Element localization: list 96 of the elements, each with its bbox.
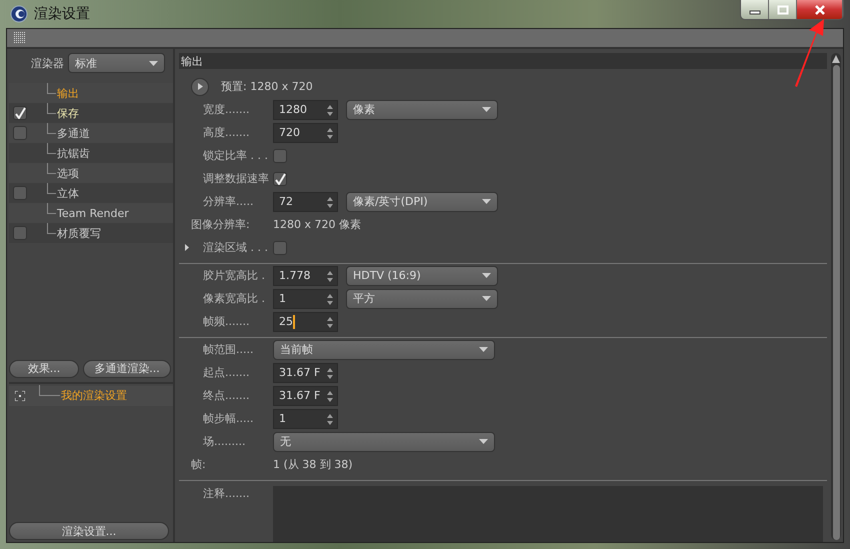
- field-label: 帧频.......: [203, 314, 250, 329]
- close-button[interactable]: [797, 0, 843, 19]
- panel-button[interactable]: 多通道渲染...: [83, 360, 171, 378]
- field-label: 渲染区域 . . .: [203, 240, 269, 255]
- tree-line: [39, 385, 60, 396]
- maximize-icon: [776, 4, 788, 14]
- unit-dropdown[interactable]: 平方: [346, 288, 498, 308]
- tree-line: [47, 122, 56, 134]
- unit-dropdown[interactable]: 像素: [346, 100, 498, 120]
- renderer-label: 渲染器: [31, 56, 64, 70]
- field-label: 高度.......: [203, 125, 250, 140]
- field-label: 图像分辨率:: [191, 217, 251, 232]
- tree-line: [47, 102, 56, 114]
- panel-button[interactable]: 效果...: [9, 360, 79, 378]
- spinner-arrows-icon[interactable]: [327, 414, 333, 424]
- tree-item[interactable]: 选项: [57, 166, 79, 180]
- maximize-button[interactable]: [769, 0, 797, 19]
- value-dropdown[interactable]: 无: [273, 432, 495, 452]
- caret-icon: [482, 199, 491, 204]
- tree-item[interactable]: 输出: [57, 86, 79, 100]
- spinner-arrows-icon[interactable]: [327, 368, 333, 378]
- renderer-dropdown[interactable]: 标准: [68, 53, 165, 73]
- number-field[interactable]: 1: [273, 288, 338, 308]
- caret-icon: [482, 296, 491, 301]
- app-logo-icon: [10, 5, 28, 23]
- scroll-up-icon: [832, 55, 840, 63]
- tree-line: [47, 222, 56, 234]
- field-label: 起点.......: [203, 365, 250, 380]
- field-label: 场.........: [203, 434, 246, 449]
- tree-item[interactable]: 立体: [57, 186, 79, 200]
- value-dropdown[interactable]: 当前帧: [273, 340, 495, 360]
- unit-dropdown[interactable]: HDTV (16:9): [346, 266, 498, 286]
- scrollbar[interactable]: [831, 53, 841, 540]
- option-checkbox[interactable]: [273, 148, 287, 162]
- preset-button[interactable]: [191, 78, 209, 96]
- field-label: 注释.......: [203, 486, 250, 501]
- spinner-arrows-icon[interactable]: [327, 128, 333, 138]
- option-checkbox[interactable]: [273, 172, 287, 186]
- tree-line: [47, 182, 56, 194]
- field-label: 帧:: [191, 457, 207, 472]
- grip-icon: [14, 32, 26, 44]
- spinner-arrows-icon[interactable]: [327, 196, 333, 208]
- close-icon: [814, 4, 826, 14]
- spinner-arrows-icon[interactable]: [327, 294, 333, 304]
- number-field[interactable]: 72: [273, 192, 338, 212]
- tree-line: [47, 162, 56, 174]
- number-field[interactable]: 25: [273, 312, 338, 332]
- number-field[interactable]: 31.67 F: [273, 386, 338, 406]
- number-field[interactable]: 720: [273, 122, 338, 142]
- field-label: 终点.......: [203, 388, 250, 403]
- number-field[interactable]: 1.778: [273, 266, 338, 286]
- number-field[interactable]: 1: [273, 408, 338, 428]
- caret-icon: [149, 60, 158, 66]
- render-settings-button[interactable]: 渲染设置...: [9, 522, 169, 540]
- caret-icon: [479, 439, 488, 444]
- field-label: 帧范围.....: [203, 342, 254, 357]
- field-label: 宽度.......: [203, 102, 250, 117]
- caret-icon: [482, 107, 491, 112]
- annotation-arrow: [792, 18, 826, 88]
- field-value: 1280 x 720 像素: [273, 217, 361, 232]
- unit-dropdown[interactable]: 像素/英寸(DPI): [346, 192, 498, 212]
- tree-line: [47, 82, 56, 94]
- enable-checkbox[interactable]: [13, 126, 27, 140]
- tree-item[interactable]: Team Render: [57, 206, 129, 220]
- field-label: 锁定比率 . . .: [203, 148, 269, 163]
- tree-item[interactable]: 多通道: [57, 126, 90, 140]
- tree-item[interactable]: 保存: [57, 106, 79, 120]
- caret-icon: [482, 273, 491, 278]
- section-header: 输出: [179, 53, 827, 69]
- notes-field[interactable]: [273, 486, 823, 542]
- target-icon: [15, 390, 25, 400]
- option-checkbox[interactable]: [273, 240, 287, 254]
- field-label: 像素宽高比 .: [203, 291, 266, 306]
- preset-label: 预置: 1280 x 720: [221, 79, 313, 94]
- spinner-arrows-icon[interactable]: [327, 316, 333, 328]
- play-icon: [198, 83, 202, 90]
- minimize-button[interactable]: [741, 0, 769, 19]
- number-field[interactable]: 31.67 F: [273, 362, 338, 382]
- field-label: 分辨率.....: [203, 194, 254, 209]
- expand-arrow-icon[interactable]: [185, 244, 189, 251]
- tree-line: [47, 202, 56, 214]
- spinner-arrows-icon[interactable]: [327, 104, 333, 116]
- enable-checkbox[interactable]: [13, 106, 27, 120]
- window-title: 渲染设置: [34, 5, 90, 23]
- spinner-arrows-icon[interactable]: [327, 270, 333, 282]
- enable-checkbox[interactable]: [13, 186, 27, 200]
- tree-line: [47, 142, 56, 154]
- caret-icon: [479, 347, 488, 352]
- enable-checkbox[interactable]: [13, 226, 27, 240]
- field-label: 调整数据速率: [203, 171, 270, 186]
- field-label: 帧步幅.....: [203, 411, 254, 426]
- field-label: 胶片宽高比 .: [203, 268, 266, 283]
- spinner-arrows-icon[interactable]: [327, 390, 333, 402]
- tree-item[interactable]: 抗锯齿: [57, 146, 90, 160]
- number-field[interactable]: 1280: [273, 100, 338, 120]
- field-value: 1 (从 38 到 38): [273, 457, 353, 472]
